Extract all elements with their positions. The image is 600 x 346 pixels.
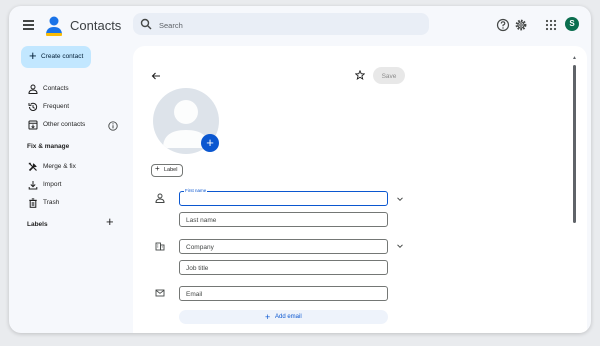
job-title-input[interactable] [186, 263, 381, 273]
help-icon[interactable] [496, 18, 510, 32]
labels-heading: Labels [27, 221, 48, 228]
first-name-floating-label: First name [184, 188, 208, 193]
add-photo-button[interactable]: + [201, 134, 219, 152]
main-menu-button[interactable] [21, 17, 37, 33]
label-button[interactable]: + Label [151, 164, 183, 177]
company-field[interactable] [179, 239, 388, 254]
person-icon [155, 193, 165, 203]
add-email-button[interactable]: + Add email [179, 310, 388, 324]
info-icon[interactable] [108, 121, 118, 131]
sidebar-item-label: Frequent [43, 103, 70, 110]
sidebar-item-label: Trash [43, 199, 60, 206]
sidebar-item-frequent[interactable]: Frequent [19, 100, 131, 114]
company-building-icon [155, 242, 165, 251]
scroll-up-arrow-icon[interactable]: ▲ [572, 55, 577, 61]
back-arrow-icon[interactable] [151, 71, 161, 81]
plus-icon: + [265, 312, 271, 322]
last-name-input[interactable] [186, 215, 381, 225]
add-label-plus-icon[interactable]: + [106, 215, 114, 228]
create-contact-label: Create contact [41, 53, 84, 60]
email-field[interactable] [179, 286, 388, 301]
sidebar-item-label: Other contacts [43, 121, 86, 128]
search-icon[interactable] [140, 18, 152, 30]
company-input[interactable] [186, 242, 381, 252]
account-avatar[interactable]: S [565, 17, 579, 31]
person-icon [28, 84, 38, 94]
save-button[interactable]: Save [373, 67, 405, 84]
sidebar-item-import[interactable]: Import [19, 178, 131, 192]
edit-contact-panel: Save + + Label First name Last name Comp… [133, 46, 587, 333]
apps-grid-icon[interactable] [544, 18, 558, 32]
contacts-logo-icon [46, 16, 62, 36]
tools-icon [28, 162, 37, 172]
email-envelope-icon [155, 289, 165, 297]
label-button-text: Label [164, 167, 178, 173]
expand-more-icon[interactable] [396, 242, 404, 250]
email-input[interactable] [186, 289, 381, 299]
trash-icon [29, 198, 37, 208]
star-icon[interactable] [355, 70, 365, 80]
sidebar-item-contacts[interactable]: Contacts [19, 82, 131, 96]
create-contact-button[interactable]: + Create contact [21, 46, 91, 68]
history-icon [28, 102, 38, 111]
first-name-field[interactable]: First name [179, 188, 388, 206]
archive-download-icon [28, 120, 38, 130]
search-bar[interactable] [133, 13, 429, 35]
first-name-input[interactable] [186, 194, 381, 204]
plus-icon: + [29, 48, 37, 63]
contacts-window: Contacts S + [9, 6, 591, 333]
scrollbar[interactable]: ▲ [572, 55, 577, 225]
expand-more-icon[interactable] [396, 195, 404, 203]
scrollbar-thumb[interactable] [573, 65, 576, 223]
sidebar-item-label: Contacts [43, 85, 69, 92]
sidebar-item-label: Merge & fix [43, 163, 76, 170]
fix-manage-heading: Fix & manage [27, 143, 70, 150]
sidebar-item-trash[interactable]: Trash [19, 196, 131, 210]
top-bar: Contacts S [9, 6, 591, 46]
plus-icon: + [155, 164, 160, 173]
settings-gear-icon[interactable] [514, 18, 528, 32]
job-title-field[interactable] [179, 260, 388, 275]
sidebar-item-merge-fix[interactable]: Merge & fix [19, 160, 131, 174]
add-email-label: Add email [275, 314, 302, 320]
search-input[interactable] [157, 17, 421, 33]
sidebar-item-label: Import [43, 181, 62, 188]
sidebar: + Create contact Contacts Frequent Other… [9, 46, 133, 333]
last-name-field[interactable] [179, 212, 388, 227]
download-icon [28, 181, 38, 190]
app-title: Contacts [70, 18, 122, 33]
